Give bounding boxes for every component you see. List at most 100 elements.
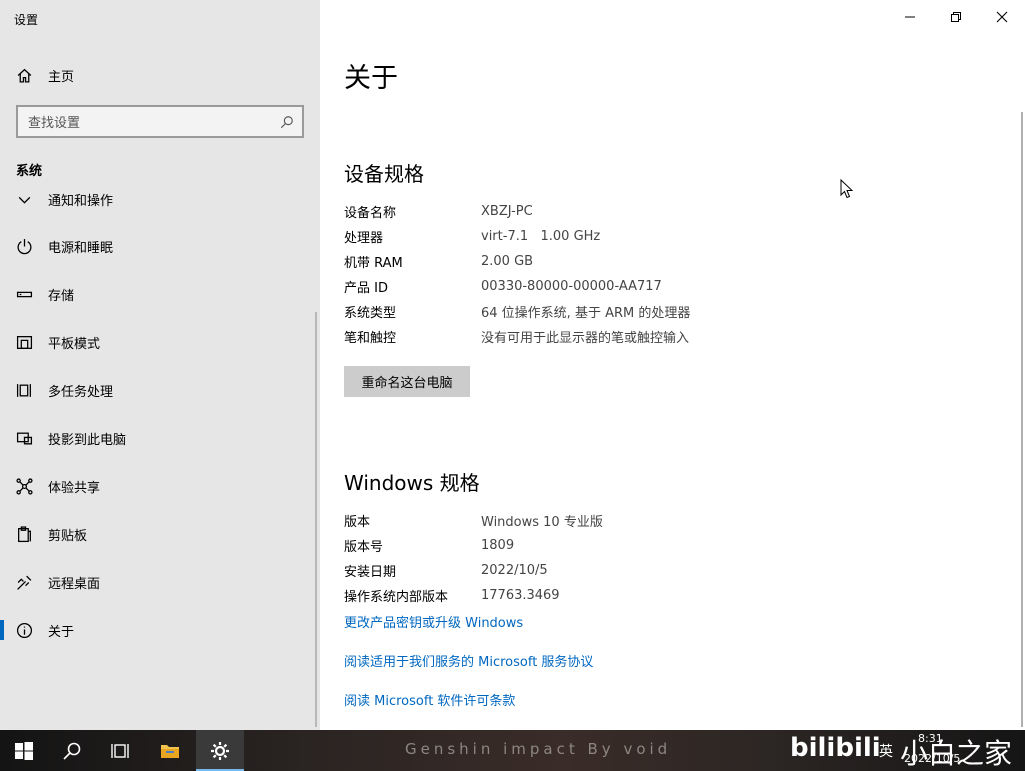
sidebar-item-storage[interactable]: 存储 <box>0 270 320 318</box>
app-title: 设置 <box>14 13 39 27</box>
spec-row: 操作系统内部版本 17763.3469 <box>344 583 964 608</box>
spec-row: 安装日期 2022/10/5 <box>344 558 964 583</box>
sidebar-item-multitasking[interactable]: 多任务处理 <box>0 366 320 414</box>
sidebar-item-label: 平板模式 <box>48 336 101 352</box>
home-icon <box>14 65 34 85</box>
sidebar-item-label: 投影到此电脑 <box>48 432 127 448</box>
sidebar-item-about[interactable]: 关于 <box>0 606 320 654</box>
folder-icon <box>161 744 179 758</box>
home-nav-item[interactable]: 主页 <box>0 58 320 92</box>
sidebar-scrollbar[interactable] <box>315 312 317 727</box>
sidebar-item-label: 通知和操作 <box>48 193 114 209</box>
spec-value: Windows 10 专业版 <box>481 515 603 530</box>
spec-value: virt-7.1 1.00 GHz <box>481 229 601 244</box>
sidebar-item-project[interactable]: 投影到此电脑 <box>0 414 320 462</box>
mouse-cursor-icon <box>840 179 854 199</box>
close-icon <box>996 11 1008 23</box>
spec-row: 设备名称 XBZJ-PC <box>344 199 964 224</box>
ime-indicator[interactable]: 英 <box>879 741 893 761</box>
storage-icon <box>14 284 34 304</box>
settings-taskbar-button[interactable] <box>196 730 244 771</box>
search-placeholder: 查找设置 <box>28 116 81 131</box>
sidebar-item-label: 存储 <box>48 288 75 304</box>
sidebar-item-remote-desktop[interactable]: 远程桌面 <box>0 558 320 606</box>
task-view-icon <box>111 743 129 758</box>
home-label: 主页 <box>48 69 75 85</box>
windows-specs-heading: Windows 规格 <box>344 471 480 495</box>
gear-icon <box>211 741 229 760</box>
sidebar-item-shared-experiences[interactable]: 体验共享 <box>0 462 320 510</box>
spec-row: 版本 Windows 10 专业版 <box>344 508 964 533</box>
minimize-icon <box>905 16 915 18</box>
spec-row: 产品 ID 00330-80000-00000-AA717 <box>344 274 964 299</box>
share-icon <box>14 476 34 496</box>
task-view-button[interactable] <box>96 730 144 771</box>
spec-value: XBZJ-PC <box>481 204 533 219</box>
multitasking-icon <box>14 380 34 400</box>
content-scrollbar[interactable] <box>1021 112 1023 727</box>
spec-key: 笔和触控 <box>344 331 397 346</box>
spec-key: 安装日期 <box>344 565 397 580</box>
search-input[interactable]: 查找设置 <box>16 105 304 138</box>
sidebar-item-label: 多任务处理 <box>48 384 114 400</box>
remote-desktop-icon <box>14 572 34 592</box>
sidebar-item-power[interactable]: 电源和睡眠 <box>0 222 320 270</box>
sidebar-item-label: 电源和睡眠 <box>48 240 114 256</box>
spec-key: 版本号 <box>344 540 384 555</box>
chevron-down-icon <box>14 189 34 208</box>
spec-key: 版本 <box>344 515 371 530</box>
sidebar-item-label: 关于 <box>48 624 75 640</box>
sidebar-item-label: 剪贴板 <box>48 528 88 544</box>
section-label: 系统 <box>16 164 43 179</box>
change-product-key-link[interactable]: 更改产品密钥或升级 Windows <box>344 612 523 631</box>
rename-pc-button[interactable]: 重命名这台电脑 <box>344 366 470 397</box>
window-controls <box>887 0 1025 34</box>
start-button[interactable] <box>0 730 48 771</box>
spec-value: 64 位操作系统, 基于 ARM 的处理器 <box>481 306 691 321</box>
file-explorer-button[interactable] <box>146 730 194 771</box>
spec-key: 机带 RAM <box>344 256 403 271</box>
spec-key: 系统类型 <box>344 306 397 321</box>
tablet-icon <box>14 332 34 352</box>
spec-value: 2022/10/5 <box>481 563 548 578</box>
restore-button[interactable] <box>933 0 979 34</box>
sidebar: 设置 主页 查找设置 系统 通知和操作 电源和睡眠 存储 平板模式 多任务处理 … <box>0 0 320 730</box>
sidebar-item-label: 远程桌面 <box>48 576 101 592</box>
sidebar-item-tablet[interactable]: 平板模式 <box>0 318 320 366</box>
search-icon <box>280 115 293 128</box>
device-specs-heading: 设备规格 <box>344 162 424 186</box>
taskbar-search-button[interactable] <box>48 730 96 771</box>
license-terms-link[interactable]: 阅读 Microsoft 软件许可条款 <box>344 690 515 709</box>
minimize-button[interactable] <box>887 0 933 34</box>
info-icon <box>14 620 34 640</box>
clock-time[interactable]: 8:31 <box>918 732 943 745</box>
sidebar-item-clipboard[interactable]: 剪贴板 <box>0 510 320 558</box>
bilibili-watermark: bilibili <box>790 733 881 763</box>
spec-row: 机带 RAM 2.00 GB <box>344 249 964 274</box>
spec-value: 17763.3469 <box>481 588 560 603</box>
spec-value: 00330-80000-00000-AA717 <box>481 279 662 294</box>
search-icon <box>63 742 81 760</box>
settings-window: 设置 主页 查找设置 系统 通知和操作 电源和睡眠 存储 平板模式 多任务处理 … <box>0 0 1025 730</box>
project-icon <box>14 428 34 448</box>
sidebar-item-notifications-partial[interactable]: 通知和操作 <box>0 188 320 208</box>
spec-row: 版本号 1809 <box>344 533 964 558</box>
clipboard-icon <box>14 524 34 544</box>
page-title: 关于 <box>344 63 398 94</box>
spec-row: 处理器 virt-7.1 1.00 GHz <box>344 224 964 249</box>
clock-date[interactable]: 2022/10/5 <box>904 752 960 765</box>
restore-icon <box>951 12 961 22</box>
spec-row: 笔和触控 没有可用于此显示器的笔或触控输入 <box>344 324 964 349</box>
services-agreement-link[interactable]: 阅读适用于我们服务的 Microsoft 服务协议 <box>344 651 593 670</box>
spec-key: 设备名称 <box>344 206 397 221</box>
power-icon <box>14 236 34 256</box>
spec-key: 产品 ID <box>344 281 388 296</box>
windows-logo-icon <box>15 741 33 760</box>
spec-value: 2.00 GB <box>481 254 534 269</box>
close-button[interactable] <box>979 0 1025 34</box>
main-content: 关于 设备规格 设备名称 XBZJ-PC 处理器 virt-7.1 1.00 G… <box>320 0 1025 730</box>
sidebar-item-label: 体验共享 <box>48 480 101 496</box>
spec-row: 系统类型 64 位操作系统, 基于 ARM 的处理器 <box>344 299 964 324</box>
wallpaper-caption: Genshin impact By void <box>405 740 672 758</box>
spec-value: 没有可用于此显示器的笔或触控输入 <box>481 331 690 346</box>
